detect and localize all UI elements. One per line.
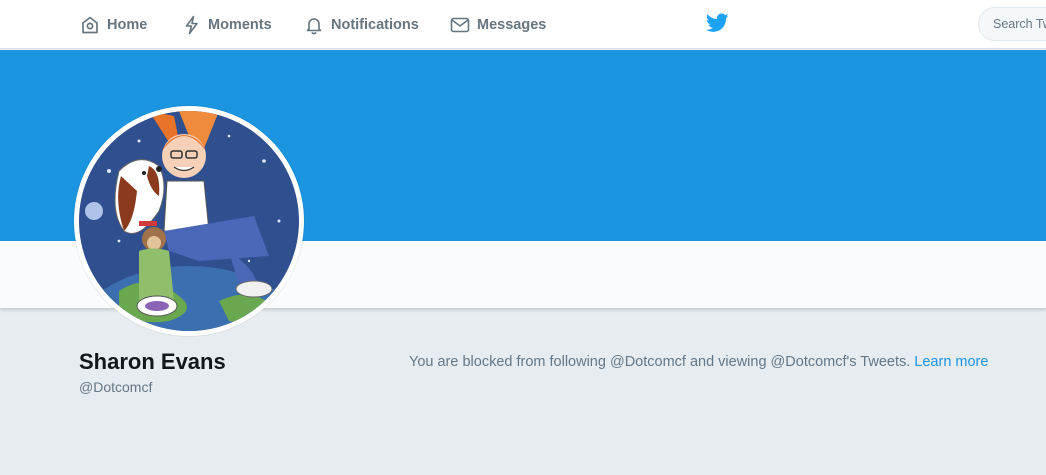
avatar-illustration xyxy=(79,111,299,331)
envelope-icon xyxy=(450,17,470,32)
nav-notifications[interactable]: Notifications xyxy=(304,0,419,49)
learn-more-link[interactable]: Learn more xyxy=(914,354,988,370)
nav-moments-label: Moments xyxy=(208,16,272,33)
twitter-bird-icon[interactable] xyxy=(706,13,729,33)
top-navigation-bar: Home Moments Notifications Messages xyxy=(0,0,1046,49)
profile-screen-name[interactable]: @Dotcomcf xyxy=(79,379,152,395)
nav-home[interactable]: Home xyxy=(80,0,147,49)
home-icon xyxy=(82,16,98,33)
nav-messages-label: Messages xyxy=(477,16,547,33)
blocked-notice-text: You are blocked from following @Dotcomcf… xyxy=(409,354,911,370)
profile-full-name[interactable]: Sharon Evans xyxy=(79,349,226,375)
nav-home-label: Home xyxy=(107,16,148,33)
nav-notifications-label: Notifications xyxy=(331,16,419,33)
bell-icon xyxy=(306,17,322,34)
nav-moments[interactable]: Moments xyxy=(183,0,272,49)
search-input[interactable] xyxy=(978,7,1046,41)
lightning-icon xyxy=(185,15,198,34)
profile-avatar[interactable] xyxy=(74,106,304,336)
blocked-notice: You are blocked from following @Dotcomcf… xyxy=(409,354,988,370)
nav-messages[interactable]: Messages xyxy=(450,0,546,49)
